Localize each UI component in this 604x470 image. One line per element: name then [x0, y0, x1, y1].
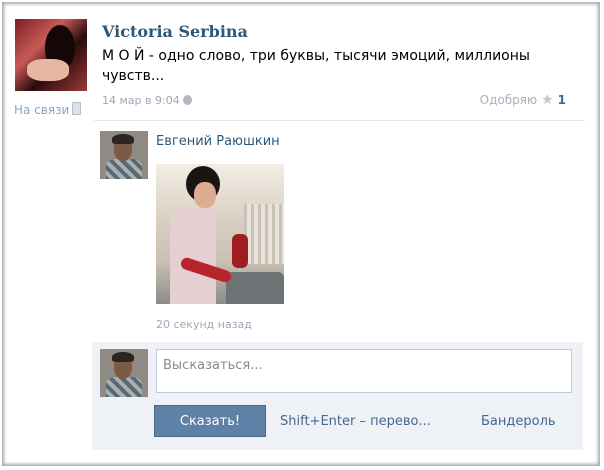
comment-author-avatar[interactable]: [100, 131, 148, 179]
photo-sink: [226, 272, 284, 304]
avatar-body: [106, 377, 142, 397]
post-author-avatar[interactable]: [15, 19, 87, 91]
online-status-label: На связи: [14, 103, 70, 117]
post-timestamp[interactable]: 14 мар в 9:04: [102, 94, 192, 107]
post-text: М О Й - одно слово, три буквы, тысячи эм…: [102, 48, 530, 84]
online-status: На связи: [14, 102, 82, 117]
banderol-link[interactable]: Бандероль: [481, 414, 556, 429]
like-label: Одобряю: [479, 93, 538, 107]
avatar-hair: [112, 134, 134, 144]
reply-input[interactable]: [156, 349, 572, 393]
send-button[interactable]: Сказать!: [154, 405, 266, 437]
comment-photo[interactable]: [156, 164, 284, 304]
avatar-body: [106, 159, 142, 179]
divider: [94, 120, 585, 121]
photo-face: [194, 182, 216, 208]
mobile-phone-icon: [72, 102, 82, 115]
post-time-label: 14 мар в 9:04: [102, 94, 180, 107]
comment-timestamp[interactable]: 20 секунд назад: [156, 318, 252, 331]
photo-apron: [170, 208, 216, 304]
reply-user-avatar[interactable]: [100, 349, 148, 397]
avatar-hair: [112, 352, 134, 362]
photo-dish-rack: [244, 204, 284, 264]
comment-author-name[interactable]: Евгений Раюшкин: [156, 134, 280, 149]
post-author-name[interactable]: Victoria Serbina: [102, 22, 248, 41]
avatar-figure-skin: [27, 59, 69, 81]
apple-icon: [182, 95, 192, 105]
photo-glove: [232, 234, 248, 268]
like-button[interactable]: Одобряю ★ 1: [480, 92, 566, 108]
shift-enter-hint[interactable]: Shift+Enter – перево...: [280, 414, 431, 429]
star-icon: ★: [541, 92, 554, 108]
like-count: 1: [557, 93, 566, 107]
